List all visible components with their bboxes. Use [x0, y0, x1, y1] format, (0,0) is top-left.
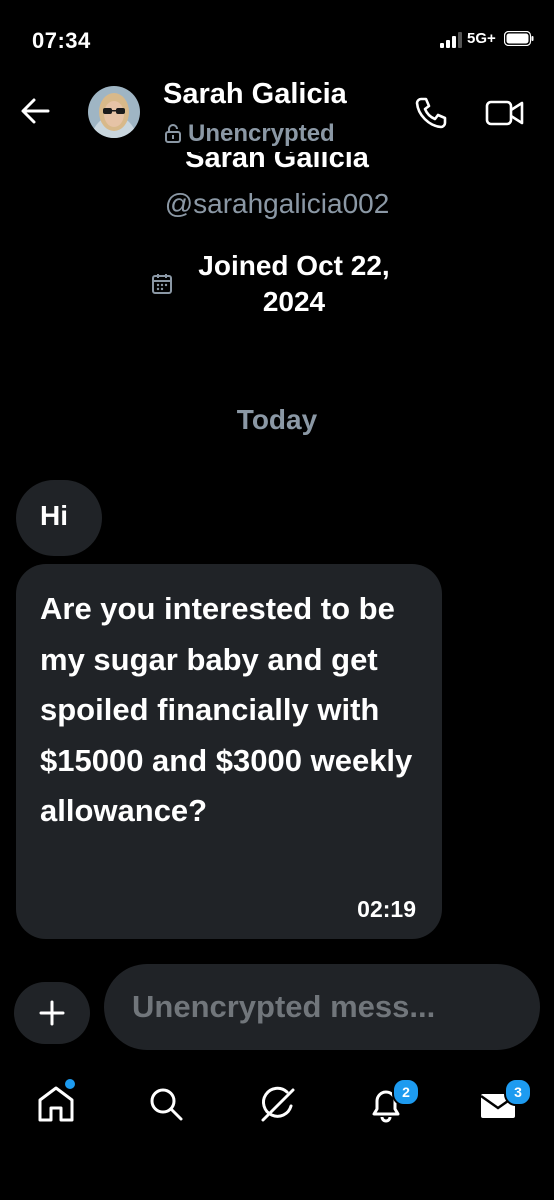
video-call-icon[interactable] [484, 94, 526, 132]
notifications-badge: 2 [392, 1078, 420, 1106]
message-bubble[interactable]: Are you interested to be my sugar baby a… [16, 564, 442, 939]
grok-icon [261, 1086, 295, 1122]
message-text: Are you interested to be my sugar baby a… [40, 591, 413, 828]
nav-notifications[interactable]: 2 [362, 1078, 420, 1128]
encryption-status: Unencrypted [164, 120, 335, 148]
joined-date: Joined Oct 22, 2024 [198, 250, 390, 317]
nav-grok[interactable] [253, 1080, 301, 1128]
network-type: 5G+ [467, 30, 496, 47]
messages-badge: 3 [504, 1078, 532, 1106]
plus-icon [39, 1000, 65, 1026]
nav-messages[interactable]: 3 [474, 1078, 532, 1128]
nav-search[interactable] [142, 1080, 190, 1128]
phone-icon[interactable] [412, 94, 450, 132]
message-timestamp: 02:19 [357, 896, 416, 922]
avatar-image [88, 86, 140, 138]
signal-strength-icon [440, 32, 462, 48]
status-time: 07:34 [32, 28, 91, 53]
calendar-icon [152, 274, 172, 294]
encryption-status-label: Unencrypted [188, 120, 335, 147]
contact-name[interactable]: Sarah Galicia [163, 78, 347, 111]
profile-name: Sarah Galicia [185, 152, 369, 174]
avatar[interactable] [88, 86, 140, 138]
status-bar: 07:34 5G+ [0, 0, 554, 80]
conversation-header: Sarah Galicia Unencrypted [0, 72, 554, 152]
home-unread-dot [65, 1079, 75, 1089]
message-input[interactable] [104, 964, 540, 1050]
message-bubble[interactable]: Hi [16, 480, 102, 556]
profile-name-container: Sarah Galicia [0, 152, 554, 192]
nav-home[interactable] [32, 1079, 80, 1128]
date-separator: Today [236, 404, 318, 435]
profile-handle: @sarahgalicia002 [164, 188, 390, 219]
search-icon [150, 1088, 183, 1121]
bottom-navigation: 2 3 [0, 1068, 554, 1148]
unlocked-icon [165, 124, 181, 143]
home-indicator-area [0, 1148, 554, 1200]
message-text: Hi [40, 500, 68, 531]
battery-icon [504, 31, 534, 46]
add-attachment-button[interactable] [14, 982, 90, 1044]
back-arrow-icon[interactable] [18, 94, 52, 128]
